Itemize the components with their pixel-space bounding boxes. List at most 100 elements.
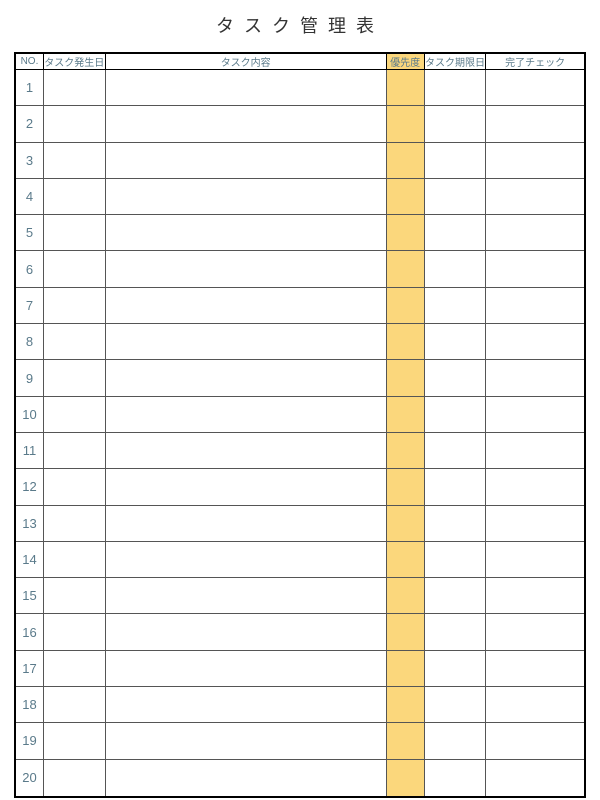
cell-priority <box>387 614 425 650</box>
cell-no: 9 <box>16 360 44 396</box>
table-row: 20 <box>16 760 584 796</box>
cell-no: 4 <box>16 179 44 215</box>
cell-due <box>425 179 487 215</box>
cell-due <box>425 70 487 106</box>
cell-created <box>44 687 106 723</box>
col-header-done: 完了チェック <box>486 54 584 70</box>
cell-done <box>486 360 584 396</box>
table-row: 1 <box>16 70 584 106</box>
cell-task <box>106 578 387 614</box>
cell-task <box>106 723 387 759</box>
cell-priority <box>387 106 425 142</box>
cell-due <box>425 251 487 287</box>
cell-due <box>425 651 487 687</box>
cell-done <box>486 723 584 759</box>
table-row: 6 <box>16 251 584 287</box>
cell-task <box>106 143 387 179</box>
cell-due <box>425 506 487 542</box>
table-row: 11 <box>16 433 584 469</box>
table-row: 15 <box>16 578 584 614</box>
cell-task <box>106 433 387 469</box>
cell-task <box>106 179 387 215</box>
cell-created <box>44 106 106 142</box>
cell-created <box>44 179 106 215</box>
cell-no: 7 <box>16 288 44 324</box>
table-row: 5 <box>16 215 584 251</box>
cell-due <box>425 542 487 578</box>
table-row: 2 <box>16 106 584 142</box>
table-row: 8 <box>16 324 584 360</box>
cell-no: 13 <box>16 506 44 542</box>
cell-due <box>425 687 487 723</box>
cell-done <box>486 433 584 469</box>
cell-created <box>44 288 106 324</box>
cell-no: 1 <box>16 70 44 106</box>
cell-due <box>425 433 487 469</box>
table-row: 13 <box>16 506 584 542</box>
cell-done <box>486 397 584 433</box>
cell-created <box>44 506 106 542</box>
cell-created <box>44 324 106 360</box>
col-header-priority: 優先度 <box>387 54 425 70</box>
table-row: 12 <box>16 469 584 505</box>
cell-task <box>106 215 387 251</box>
cell-priority <box>387 760 425 796</box>
cell-priority <box>387 578 425 614</box>
cell-created <box>44 542 106 578</box>
cell-priority <box>387 251 425 287</box>
cell-task <box>106 506 387 542</box>
cell-task <box>106 70 387 106</box>
cell-due <box>425 578 487 614</box>
cell-no: 17 <box>16 651 44 687</box>
cell-due <box>425 106 487 142</box>
cell-no: 5 <box>16 215 44 251</box>
task-table: NO. タスク発生日 タスク内容 優先度 タスク期限日 完了チェック 12345… <box>14 52 586 798</box>
cell-no: 19 <box>16 723 44 759</box>
col-header-due: タスク期限日 <box>425 54 487 70</box>
cell-due <box>425 760 487 796</box>
cell-task <box>106 542 387 578</box>
cell-priority <box>387 542 425 578</box>
cell-priority <box>387 288 425 324</box>
cell-task <box>106 760 387 796</box>
cell-task <box>106 324 387 360</box>
table-row: 10 <box>16 397 584 433</box>
cell-no: 8 <box>16 324 44 360</box>
cell-no: 16 <box>16 614 44 650</box>
cell-task <box>106 251 387 287</box>
page-title: タスク管理表 <box>216 12 384 38</box>
cell-done <box>486 687 584 723</box>
cell-task <box>106 651 387 687</box>
cell-priority <box>387 143 425 179</box>
table-row: 14 <box>16 542 584 578</box>
cell-done <box>486 469 584 505</box>
table-row: 4 <box>16 179 584 215</box>
cell-priority <box>387 324 425 360</box>
cell-priority <box>387 651 425 687</box>
cell-priority <box>387 687 425 723</box>
col-header-created: タスク発生日 <box>44 54 106 70</box>
cell-no: 15 <box>16 578 44 614</box>
cell-done <box>486 143 584 179</box>
cell-done <box>486 614 584 650</box>
cell-task <box>106 106 387 142</box>
cell-priority <box>387 360 425 396</box>
cell-created <box>44 215 106 251</box>
cell-created <box>44 723 106 759</box>
cell-task <box>106 397 387 433</box>
cell-priority <box>387 179 425 215</box>
table-row: 9 <box>16 360 584 396</box>
cell-created <box>44 360 106 396</box>
cell-no: 10 <box>16 397 44 433</box>
cell-created <box>44 251 106 287</box>
cell-due <box>425 614 487 650</box>
cell-done <box>486 215 584 251</box>
cell-priority <box>387 506 425 542</box>
cell-done <box>486 251 584 287</box>
cell-due <box>425 288 487 324</box>
cell-created <box>44 614 106 650</box>
cell-priority <box>387 397 425 433</box>
cell-task <box>106 469 387 505</box>
cell-created <box>44 143 106 179</box>
cell-no: 6 <box>16 251 44 287</box>
